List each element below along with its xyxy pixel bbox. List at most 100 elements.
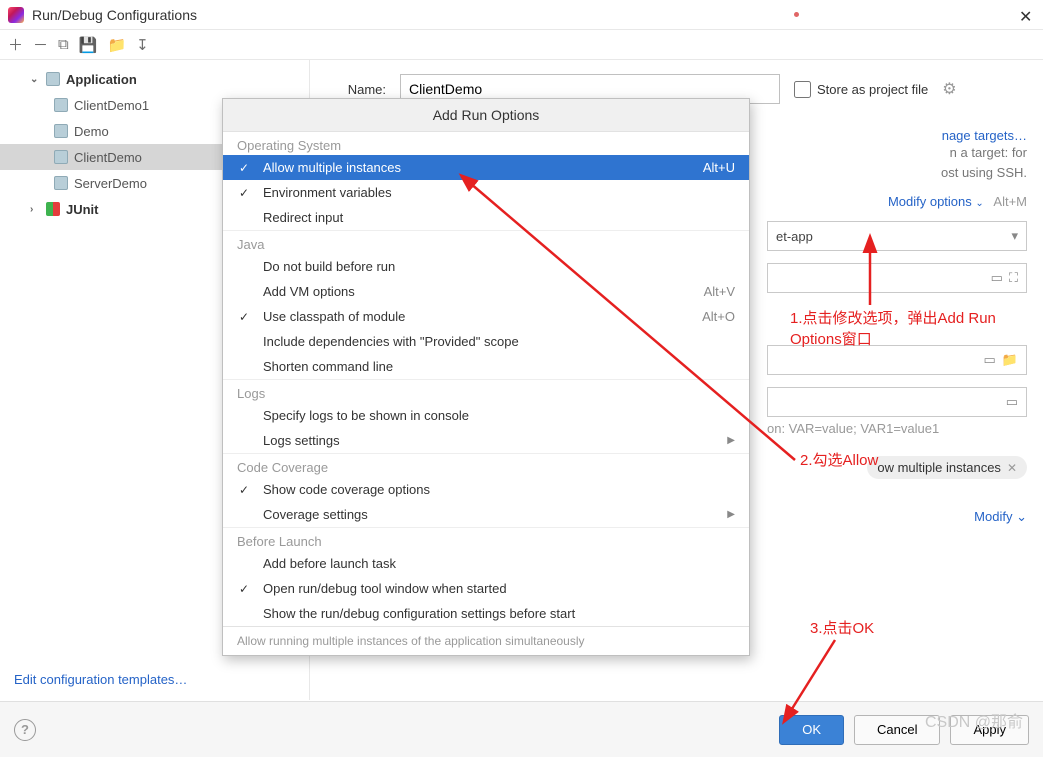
module-select[interactable]: et-app ▾: [767, 221, 1027, 251]
application-icon: [46, 72, 60, 86]
check-icon: ✓: [239, 186, 249, 200]
popup-section-header: Logs: [223, 379, 749, 403]
popup-item[interactable]: ✓ Open run/debug tool window when started: [223, 576, 749, 601]
popup-item[interactable]: Specify logs to be shown in console: [223, 403, 749, 428]
tree-label: Application: [66, 72, 137, 87]
remove-icon[interactable]: －: [33, 34, 48, 55]
popup-item-label: Logs settings: [263, 433, 340, 448]
popup-item-label: Redirect input: [263, 210, 343, 225]
popup-item[interactable]: Coverage settings ▶: [223, 502, 749, 527]
allow-multiple-chip[interactable]: ow multiple instances ✕: [867, 456, 1027, 479]
shortcut-label: Alt+U: [703, 160, 735, 175]
check-icon: ✓: [239, 483, 249, 497]
application-icon: [54, 124, 68, 138]
target-hint: n a target: for: [950, 145, 1027, 160]
check-icon: ✓: [239, 161, 249, 175]
popup-item-label: Show the run/debug configuration setting…: [263, 606, 575, 621]
popup-item[interactable]: ✓ Use classpath of module Alt+O: [223, 304, 749, 329]
shortcut-label: Alt+V: [704, 284, 735, 299]
ok-button[interactable]: OK: [779, 715, 844, 745]
browse-icon[interactable]: 📁: [1002, 352, 1018, 368]
tree-label: Demo: [74, 124, 109, 139]
shortcut-label: Alt+O: [702, 309, 735, 324]
popup-section-header: Java: [223, 230, 749, 254]
store-as-project-file[interactable]: Store as project file: [794, 81, 928, 98]
popup-item[interactable]: ✓ Environment variables: [223, 180, 749, 205]
popup-item[interactable]: Shorten command line: [223, 354, 749, 379]
popup-item[interactable]: Add VM options Alt+V: [223, 279, 749, 304]
add-icon[interactable]: ＋: [8, 34, 23, 55]
save-icon[interactable]: 💾: [79, 36, 98, 54]
popup-item-label: Environment variables: [263, 185, 392, 200]
popup-item-label: Coverage settings: [263, 507, 368, 522]
env-vars-input[interactable]: ▭: [767, 387, 1027, 417]
fullscreen-icon[interactable]: ⛶: [1009, 270, 1018, 286]
popup-title: Add Run Options: [223, 99, 749, 132]
check-icon: ✓: [239, 582, 249, 596]
chevron-right-icon[interactable]: ›: [30, 204, 40, 215]
popup-section-header: Code Coverage: [223, 453, 749, 477]
popup-item[interactable]: ✓ Allow multiple instances Alt+U: [223, 155, 749, 180]
popup-item[interactable]: Add before launch task: [223, 551, 749, 576]
popup-item-label: Do not build before run: [263, 259, 395, 274]
popup-item-label: Include dependencies with "Provided" sco…: [263, 334, 519, 349]
popup-item-label: Shorten command line: [263, 359, 393, 374]
help-button[interactable]: ?: [14, 719, 36, 741]
popup-item[interactable]: Logs settings ▶: [223, 428, 749, 453]
popup-item[interactable]: Do not build before run: [223, 254, 749, 279]
add-run-options-popup: Add Run Options Operating System ✓ Allow m…: [222, 98, 750, 656]
remove-chip-icon[interactable]: ✕: [1007, 461, 1017, 475]
chevron-down-icon: ⌄: [1016, 509, 1027, 524]
modify-link[interactable]: Modify ⌄: [974, 509, 1027, 525]
popup-item-label: Use classpath of module: [263, 309, 405, 324]
env-hint: on: VAR=value; VAR1=value1: [767, 421, 1027, 436]
working-dir-input[interactable]: ▭📁: [767, 345, 1027, 375]
tree-label: ServerDemo: [74, 176, 147, 191]
app-logo-icon: [8, 7, 24, 23]
popup-item[interactable]: ✓ Show code coverage options: [223, 477, 749, 502]
popup-item-label: Specify logs to be shown in console: [263, 408, 469, 423]
popup-section-header: Before Launch: [223, 527, 749, 551]
edit-templates-link[interactable]: Edit configuration templates…: [14, 672, 187, 687]
manage-targets-link[interactable]: nage targets…: [942, 128, 1027, 143]
modify-options-link[interactable]: Modify options ⌄: [888, 194, 987, 209]
popup-item-label: Show code coverage options: [263, 482, 430, 497]
toolbar: ＋ － ⧉ 💾 📁 ↧: [0, 30, 1043, 60]
titlebar: Run/Debug Configurations ✕: [0, 0, 1043, 30]
chevron-right-icon: ▶: [727, 435, 735, 446]
expand-icon[interactable]: ▭: [984, 352, 996, 368]
application-icon: [54, 98, 68, 112]
gear-icon[interactable]: ⚙: [942, 79, 956, 99]
target-hint: ost using SSH.: [941, 165, 1027, 180]
tree-label: ClientDemo1: [74, 98, 149, 113]
popup-item-label: Add VM options: [263, 284, 355, 299]
popup-item-label: Open run/debug tool window when started: [263, 581, 507, 596]
expand-icon[interactable]: ▭: [1006, 394, 1018, 410]
window-title: Run/Debug Configurations: [32, 7, 794, 23]
copy-icon[interactable]: ⧉: [58, 36, 69, 53]
chevron-right-icon: ▶: [727, 509, 735, 520]
expand-icon[interactable]: ▭: [991, 270, 1003, 286]
tree-label: JUnit: [66, 202, 99, 217]
popup-item-label: Allow multiple instances: [263, 160, 401, 175]
application-icon: [54, 150, 68, 164]
close-icon[interactable]: ✕: [1019, 7, 1035, 23]
sort-icon[interactable]: ↧: [136, 36, 149, 54]
application-icon: [54, 176, 68, 190]
program-args-input[interactable]: ▭⛶: [767, 263, 1027, 293]
chevron-down-icon: ▾: [1011, 228, 1018, 244]
popup-item[interactable]: Redirect input: [223, 205, 749, 230]
popup-item[interactable]: Include dependencies with "Provided" sco…: [223, 329, 749, 354]
tree-group-application[interactable]: ⌄ Application: [0, 66, 309, 92]
store-checkbox[interactable]: [794, 81, 811, 98]
check-icon: ✓: [239, 310, 249, 324]
junit-icon: [46, 202, 60, 216]
folder-icon[interactable]: 📁: [107, 36, 126, 54]
chevron-down-icon: ⌄: [975, 198, 983, 209]
popup-section-header: Operating System: [223, 132, 749, 155]
popup-item-label: Add before launch task: [263, 556, 396, 571]
popup-item[interactable]: Show the run/debug configuration setting…: [223, 601, 749, 626]
chevron-down-icon[interactable]: ⌄: [30, 74, 40, 85]
store-label: Store as project file: [817, 82, 928, 97]
chip-label: ow multiple instances: [877, 460, 1001, 475]
